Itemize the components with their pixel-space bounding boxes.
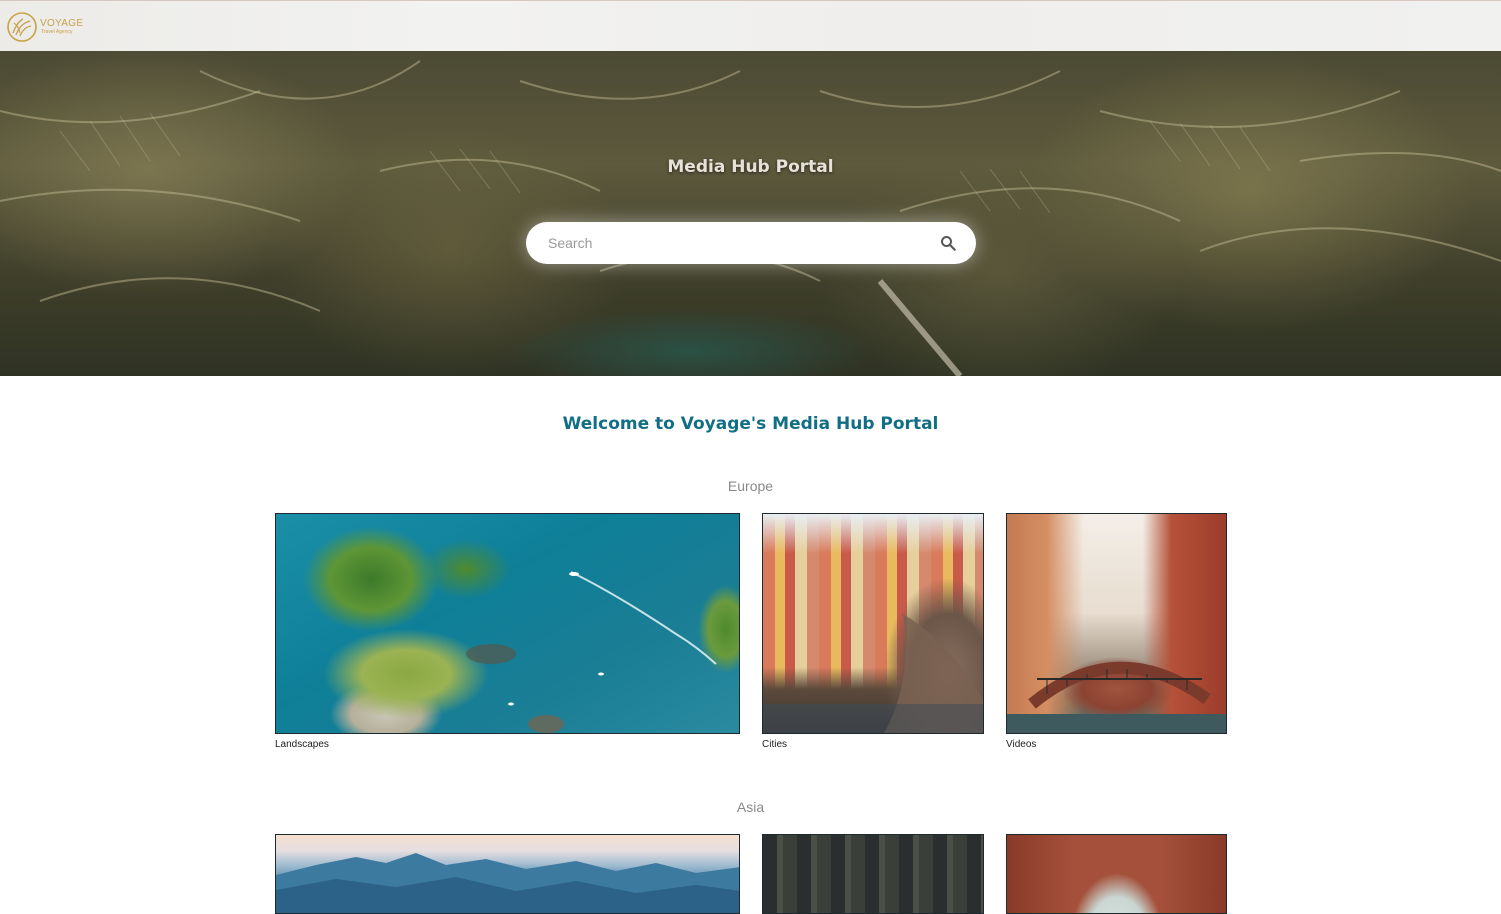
alley-photo — [762, 834, 984, 914]
top-nav-bar: VOYAGE Travel Agency — [0, 0, 1501, 51]
palm-fronds-background — [0, 60, 1501, 376]
tile-asia-1[interactable] — [275, 834, 740, 914]
logo-wordmark: VOYAGE — [40, 18, 84, 29]
tile-asia-3[interactable] — [1006, 834, 1227, 914]
tile-caption: Videos — [1006, 739, 1037, 750]
cliffside-village-photo — [762, 513, 984, 734]
hero-title: Media Hub Portal — [667, 157, 834, 177]
tile-caption: Cities — [762, 739, 788, 750]
tile-europe-landscapes[interactable]: Landscapes — [275, 513, 740, 758]
welcome-heading: Welcome to Voyage's Media Hub Portal — [562, 414, 939, 434]
region-label-asia: Asia — [736, 799, 765, 815]
brand-logo[interactable]: VOYAGE Travel Agency — [6, 10, 86, 44]
aerial-coast-photo — [275, 513, 740, 734]
search-icon — [941, 236, 956, 251]
region-label-europe: Europe — [727, 478, 774, 494]
tile-caption: Landscapes — [275, 739, 329, 750]
archway-photo — [1006, 834, 1227, 914]
tile-asia-2[interactable] — [762, 834, 984, 914]
canal-bridge-photo — [1006, 513, 1227, 734]
hero-banner: Media Hub Portal — [0, 51, 1501, 376]
tile-europe-videos[interactable]: Videos — [1006, 513, 1227, 758]
search-input[interactable] — [546, 234, 916, 252]
search-button[interactable] — [938, 233, 958, 253]
great-wall-photo — [275, 834, 740, 914]
tile-europe-cities[interactable]: Cities — [762, 513, 984, 758]
logo-tagline: Travel Agency — [41, 29, 73, 35]
search-bar — [526, 222, 976, 264]
logo-text: VOYAGE Travel Agency — [40, 19, 83, 35]
voyage-logo-icon — [7, 12, 37, 42]
